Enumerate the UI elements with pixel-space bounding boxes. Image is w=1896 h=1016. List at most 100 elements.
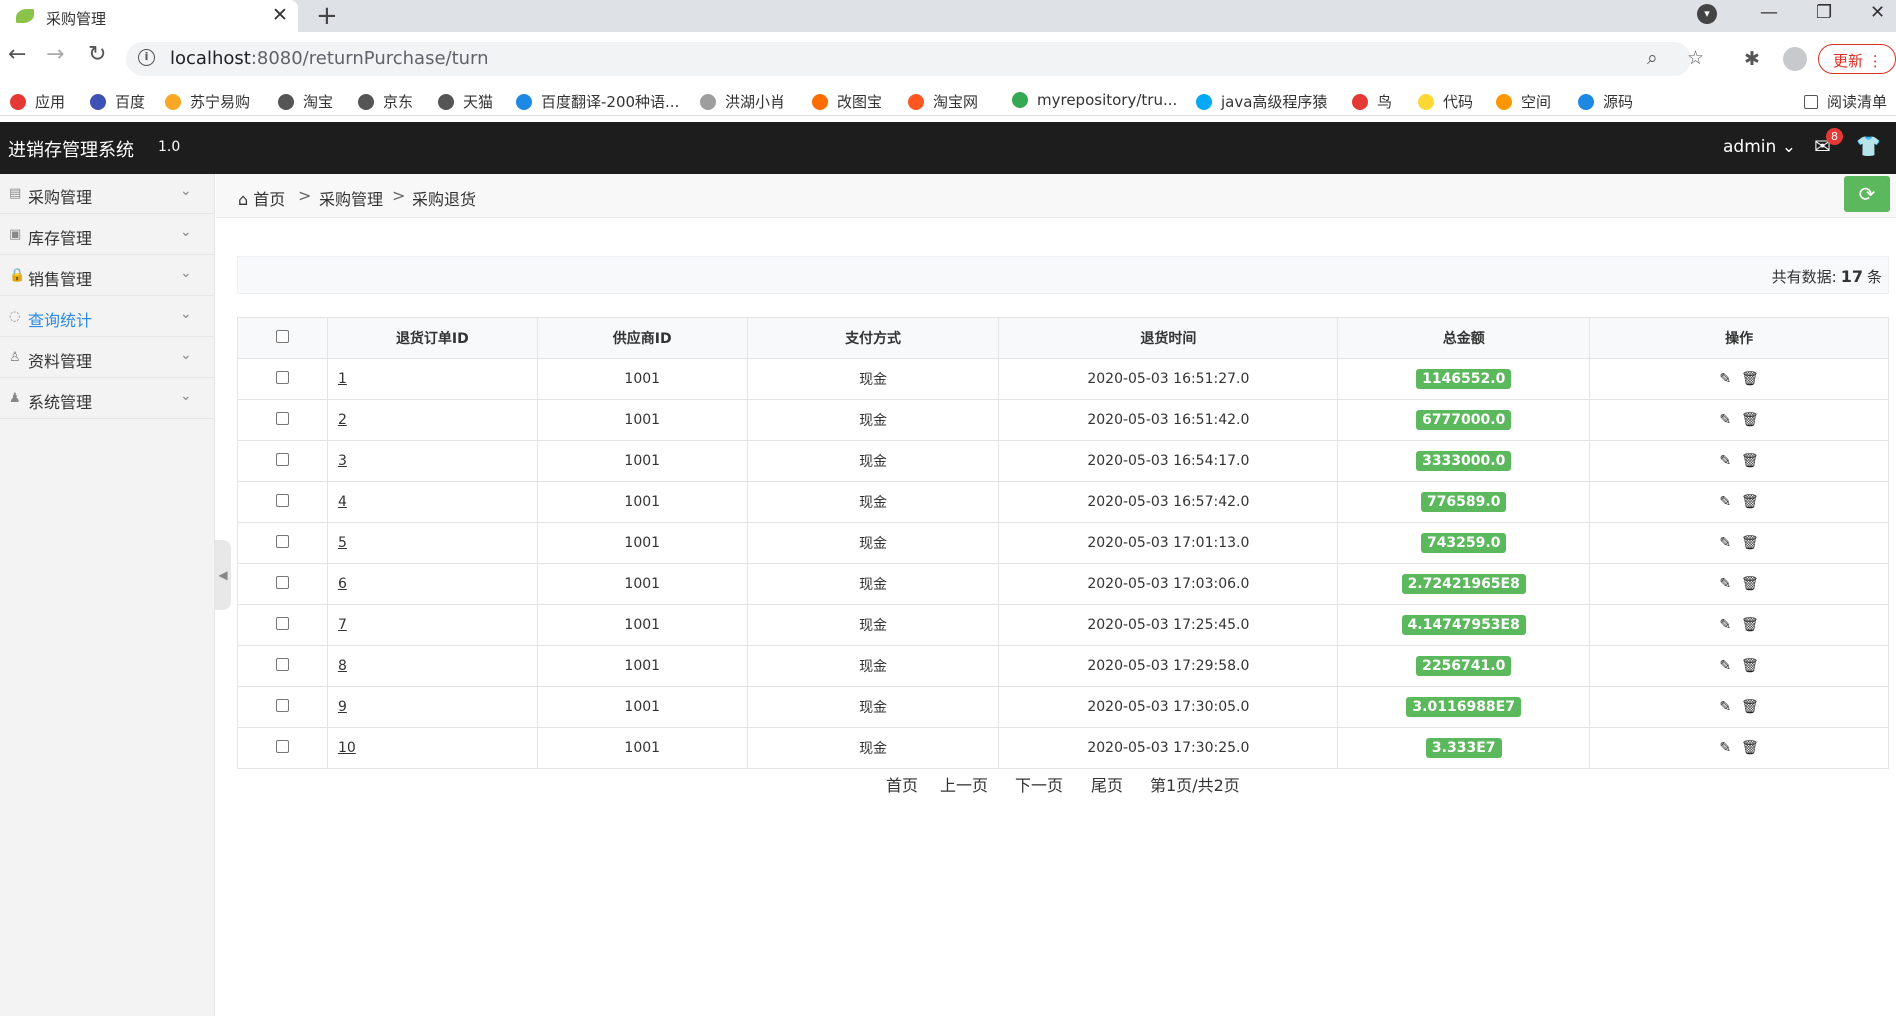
order-id-link[interactable]: 2 [338,412,347,428]
col-header-supplier-id[interactable]: 供应商ID [536,317,748,359]
row-checkbox[interactable] [275,657,289,671]
back-icon[interactable]: ← [8,42,26,67]
delete-trash-icon[interactable]: 🗑 [1741,412,1759,428]
browser-tab[interactable]: 采购管理 ✕ [0,0,298,32]
edit-pencil-icon[interactable]: ✎ [1719,699,1731,715]
forward-icon[interactable]: → [46,42,64,67]
delete-trash-icon[interactable]: 🗑 [1741,535,1759,551]
site-info-icon[interactable]: i [138,49,155,66]
edit-pencil-icon[interactable]: ✎ [1719,617,1731,633]
breadcrumb-purchase[interactable]: 采购管理 [319,186,383,210]
delete-trash-icon[interactable]: 🗑 [1741,371,1759,387]
sidebar-item-1[interactable]: ▣ 库存管理 ⌄ [0,215,215,255]
edit-pencil-icon[interactable]: ✎ [1719,535,1731,551]
bookmark-item[interactable]: 天猫 [438,91,493,112]
order-id-link[interactable]: 7 [338,617,347,633]
delete-trash-icon[interactable]: 🗑 [1741,740,1759,756]
new-tab-button[interactable]: + [316,1,338,31]
bookmark-item[interactable]: 鸟 [1352,91,1392,112]
edit-pencil-icon[interactable]: ✎ [1719,576,1731,592]
row-checkbox[interactable] [275,698,289,712]
bookmark-star-icon[interactable]: ☆ [1687,47,1704,69]
pager-first[interactable]: 首页 [886,772,918,796]
row-checkbox[interactable] [275,575,289,589]
user-menu[interactable]: admin ⌄ [1723,137,1796,157]
reload-icon[interactable]: ↻ [88,42,106,67]
reading-list[interactable]: 阅读清单 [1804,91,1887,112]
edit-pencil-icon[interactable]: ✎ [1719,658,1731,674]
edit-pencil-icon[interactable]: ✎ [1719,453,1731,469]
row-checkbox[interactable] [275,534,289,548]
delete-trash-icon[interactable]: 🗑 [1741,699,1759,715]
select-all-checkbox[interactable] [275,329,289,343]
bookmark-item[interactable]: 源码 [1578,91,1633,112]
order-id-link[interactable]: 4 [338,494,347,510]
extensions-icon[interactable]: ✱ [1744,48,1760,70]
bookmark-item[interactable]: java高级程序猿 [1196,91,1327,112]
chevron-down-icon: ⌄ [180,183,192,199]
bookmark-item[interactable]: 京东 [358,91,413,112]
bookmark-item[interactable]: 百度翻译-200种语... [516,91,679,112]
bookmark-item[interactable]: 洪湖小肖 [700,91,785,112]
app-brand[interactable]: 进销存管理系统 [8,136,134,162]
col-header-payment[interactable]: 支付方式 [746,317,1000,359]
col-header-order-id[interactable]: 退货订单ID [326,317,538,359]
sidebar-item-3[interactable]: ◌ 查询统计 ⌄ [0,297,215,337]
close-window-icon[interactable]: ✕ [1870,2,1885,23]
row-checkbox[interactable] [275,452,289,466]
bookmark-item[interactable]: 应用 [10,91,65,112]
edit-pencil-icon[interactable]: ✎ [1719,371,1731,387]
bookmark-item[interactable]: 苏宁易购 [165,91,250,112]
bookmark-item[interactable]: 改图宝 [812,91,882,112]
order-id-link[interactable]: 3 [338,453,347,469]
sidebar-item-0[interactable]: ▤ 采购管理 ⌄ [0,174,215,214]
bookmark-item[interactable]: 淘宝 [278,91,333,112]
row-checkbox[interactable] [275,739,289,753]
order-id-link[interactable]: 8 [338,658,347,674]
bookmark-item[interactable]: myrepository/tru... [1012,91,1177,109]
pager-prev[interactable]: 上一页 [940,772,988,796]
delete-trash-icon[interactable]: 🗑 [1741,658,1759,674]
order-id-link[interactable]: 5 [338,535,347,551]
delete-trash-icon[interactable]: 🗑 [1741,453,1759,469]
col-header-total[interactable]: 总金额 [1337,317,1591,359]
sidebar-item-5[interactable]: ♟ 系统管理 ⌄ [0,379,215,419]
delete-trash-icon[interactable]: 🗑 [1741,494,1759,510]
pager-last[interactable]: 尾页 [1091,772,1123,796]
breadcrumb-home[interactable]: ⌂ 首页 [238,186,285,210]
row-checkbox[interactable] [275,493,289,507]
bookmark-item[interactable]: 淘宝网 [908,91,978,112]
bookmark-item[interactable]: 代码 [1418,91,1473,112]
sidebar-item-2[interactable]: 🔒 销售管理 ⌄ [0,256,215,296]
delete-trash-icon[interactable]: 🗑 [1741,617,1759,633]
col-header-return-time[interactable]: 退货时间 [998,317,1339,359]
restore-icon[interactable]: ❐ [1816,2,1832,23]
pager-next[interactable]: 下一页 [1015,772,1063,796]
sidebar-collapse-handle[interactable]: ◀ [215,540,231,610]
refresh-button[interactable]: ⟳ [1844,176,1890,212]
bookmark-item[interactable]: 百度 [90,91,145,112]
close-tab-icon[interactable]: ✕ [272,4,288,26]
row-checkbox[interactable] [275,411,289,425]
sidebar-item-4[interactable]: ♙ 资料管理 ⌄ [0,338,215,378]
order-id-link[interactable]: 6 [338,576,347,592]
row-checkbox[interactable] [275,370,289,384]
edit-pencil-icon[interactable]: ✎ [1719,494,1731,510]
delete-trash-icon[interactable]: 🗑 [1741,576,1759,592]
bookmark-item[interactable]: 空间 [1496,91,1551,112]
tab-search-icon[interactable]: ▾ [1697,4,1717,24]
url-text[interactable]: localhost:8080/returnPurchase/turn [170,48,489,69]
address-bar[interactable]: i localhost:8080/returnPurchase/turn ⌕ ☆ [126,42,1704,76]
actions-cell: ✎ 🗑 [1589,399,1889,441]
theme-shirt-icon[interactable]: 👕 [1856,134,1881,158]
zoom-icon[interactable]: ⌕ [1647,47,1658,69]
edit-pencil-icon[interactable]: ✎ [1719,740,1731,756]
order-id-link[interactable]: 1 [338,371,347,387]
order-id-link[interactable]: 10 [338,740,356,756]
profile-avatar[interactable] [1783,47,1807,71]
edit-pencil-icon[interactable]: ✎ [1719,412,1731,428]
row-checkbox[interactable] [275,616,289,630]
minimize-icon[interactable]: — [1760,2,1778,23]
update-button[interactable]: 更新 ⋮ [1818,44,1896,74]
order-id-link[interactable]: 9 [338,699,347,715]
